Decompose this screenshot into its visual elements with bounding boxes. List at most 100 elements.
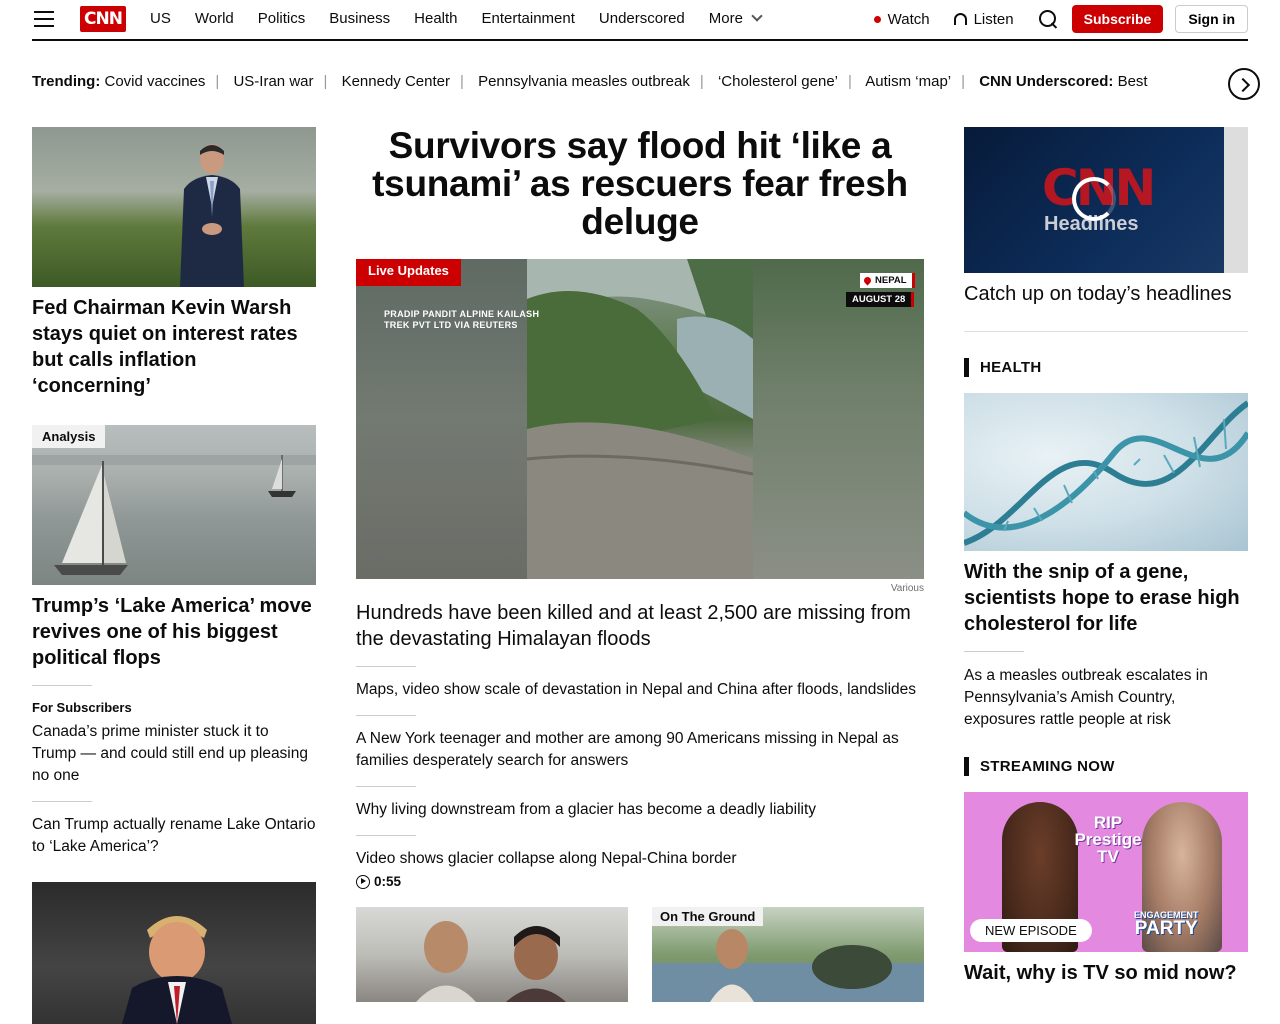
related-link[interactable]: Maps, video show scale of devastation in… [356, 679, 924, 701]
duration-label: 0:55 [374, 874, 402, 889]
menu-icon[interactable] [34, 11, 54, 27]
cnn-logo[interactable]: CNN [80, 6, 126, 32]
date-label: AUGUST 28 [846, 292, 915, 307]
search-icon[interactable] [1038, 9, 1058, 29]
nav-actions: Watch Listen Subscribe Sign in [873, 5, 1248, 33]
main-headline[interactable]: Survivors say flood hit ‘like a tsunami’… [356, 127, 924, 241]
section-bar [964, 757, 969, 776]
headphones-icon [953, 13, 967, 25]
related-link[interactable]: A New York teenager and mother are among… [356, 728, 924, 772]
video-duration: 0:55 [356, 874, 924, 889]
left-column: Fed Chairman Kevin Warsh stays quiet on … [32, 127, 316, 1024]
divider [356, 666, 416, 667]
section-health[interactable]: HEALTH [964, 358, 1248, 377]
nav-link-business[interactable]: Business [329, 10, 390, 27]
nav-more-button[interactable]: More [708, 10, 763, 27]
divider [356, 786, 416, 787]
thumbnail-row: On The Ground [356, 907, 924, 1002]
trending-item[interactable]: Kennedy Center [342, 73, 450, 90]
story-headline[interactable]: Trump’s ‘Lake America’ move revives one … [32, 593, 316, 671]
person-illustration [180, 144, 244, 287]
trump-photo[interactable] [32, 882, 316, 1024]
for-subscribers-label: For Subscribers [32, 700, 132, 715]
trending-item[interactable]: Covid vaccines [105, 73, 206, 90]
headlines-video[interactable]: CNN Headlines [964, 127, 1248, 273]
video-thumbnail[interactable] [356, 907, 628, 1002]
streaming-photo[interactable]: RIP Prestige TV NEW EPISODE ENGAGEMENT PA… [964, 792, 1248, 952]
related-link[interactable]: Video shows glacier collapse along Nepal… [356, 848, 924, 870]
landscape-illustration [526, 259, 754, 579]
live-updates-badge: Live Updates [356, 259, 461, 286]
story-headline[interactable]: Wait, why is TV so mid now? [964, 960, 1248, 986]
trending-underscored-label[interactable]: CNN Underscored: [979, 73, 1113, 90]
warsh-photo[interactable] [32, 127, 316, 287]
location-label: NEPAL [875, 275, 907, 286]
flood-video-still[interactable]: Live Updates PRADIP PANDIT ALPINE KAILAS… [356, 259, 924, 579]
divider [32, 685, 92, 686]
dna-photo[interactable] [964, 393, 1248, 551]
lead-story[interactable]: Hundreds have been killed and at least 2… [356, 600, 924, 652]
story-link[interactable]: Can Trump actually rename Lake Ontario t… [32, 814, 316, 858]
top-nav: CNN US World Politics Business Health En… [32, 0, 1248, 41]
nav-link-us[interactable]: US [150, 10, 171, 27]
image-caption: Various [890, 583, 924, 594]
nav-link-health[interactable]: Health [414, 10, 457, 27]
live-dot-icon [873, 15, 881, 23]
story-link[interactable]: Canada’s prime minister stuck it to Trum… [32, 721, 316, 787]
engagement-party-logo: ENGAGEMENT PARTY [1134, 910, 1199, 938]
trending-bar: Trending: Covid vaccines | US-Iran war | K… [32, 73, 1148, 90]
trending-item[interactable]: ‘Cholesterol gene’ [718, 73, 838, 90]
dna-helix-illustration [964, 400, 1248, 546]
divider [964, 331, 1248, 332]
loading-spinner-icon [1072, 177, 1116, 221]
trending-label: Trending: [32, 73, 101, 90]
trending-item[interactable]: Autism ‘map’ [865, 73, 951, 90]
story-headline[interactable]: With the snip of a gene, scientists hope… [964, 559, 1248, 637]
analysis-badge: Analysis [32, 425, 106, 448]
center-column: Survivors say flood hit ‘like a tsunami’… [356, 127, 924, 1002]
image-blur-left [356, 259, 527, 579]
rip-prestige-tv-logo: RIP Prestige TV [1074, 813, 1142, 866]
story-link[interactable]: As a measles outbreak escalates in Penns… [964, 665, 1248, 731]
video-thumbnail[interactable]: On The Ground [652, 907, 924, 1002]
nav-link-politics[interactable]: Politics [258, 10, 306, 27]
trending-next-arrow-icon[interactable] [1228, 68, 1260, 100]
nav-link-underscored[interactable]: Underscored [599, 10, 685, 27]
section-bar [964, 358, 969, 377]
on-the-ground-badge: On The Ground [652, 907, 764, 926]
trending-item[interactable]: Best [1118, 73, 1148, 90]
divider [356, 715, 416, 716]
watch-button[interactable]: Watch [873, 11, 930, 28]
trending-item[interactable]: Pennsylvania measles outbreak [478, 73, 690, 90]
listen-button[interactable]: Listen [953, 10, 1014, 28]
sailboat-illustration [32, 455, 316, 575]
divider [32, 801, 92, 802]
person-illustration [122, 916, 232, 1024]
divider [964, 651, 1024, 652]
people-illustration [416, 921, 566, 1002]
listen-label: Listen [973, 10, 1014, 28]
play-icon [356, 874, 370, 889]
trending-fade [1176, 68, 1216, 98]
story-headline[interactable]: Catch up on today’s headlines [964, 281, 1248, 307]
related-link[interactable]: Why living downstream from a glacier has… [356, 799, 924, 821]
section-label: STREAMING NOW [980, 758, 1115, 775]
nav-links: US World Politics Business Health Entert… [150, 10, 785, 27]
trending-item[interactable]: US-Iran war [233, 73, 313, 90]
story-headline[interactable]: Fed Chairman Kevin Warsh stays quiet on … [32, 295, 316, 399]
chevron-down-icon [751, 10, 763, 22]
image-main [526, 259, 754, 579]
right-column: CNN Headlines Catch up on today’s headli… [964, 127, 1248, 986]
nav-more-label: More [708, 10, 743, 27]
nav-link-entertainment[interactable]: Entertainment [482, 10, 575, 27]
party-label: PARTY [1134, 918, 1198, 939]
section-streaming[interactable]: STREAMING NOW [964, 757, 1248, 776]
location-tag: NEPAL AUGUST 28 [846, 271, 915, 307]
lake-photo[interactable]: Analysis [32, 425, 316, 585]
subscribe-button[interactable]: Subscribe [1071, 5, 1164, 33]
location-pin-icon [862, 275, 873, 286]
image-credit: PRADIP PANDIT ALPINE KAILASH TREK PVT LT… [384, 309, 540, 330]
sign-in-button[interactable]: Sign in [1175, 5, 1248, 33]
nav-link-world[interactable]: World [195, 10, 234, 27]
section-label: HEALTH [980, 359, 1042, 376]
